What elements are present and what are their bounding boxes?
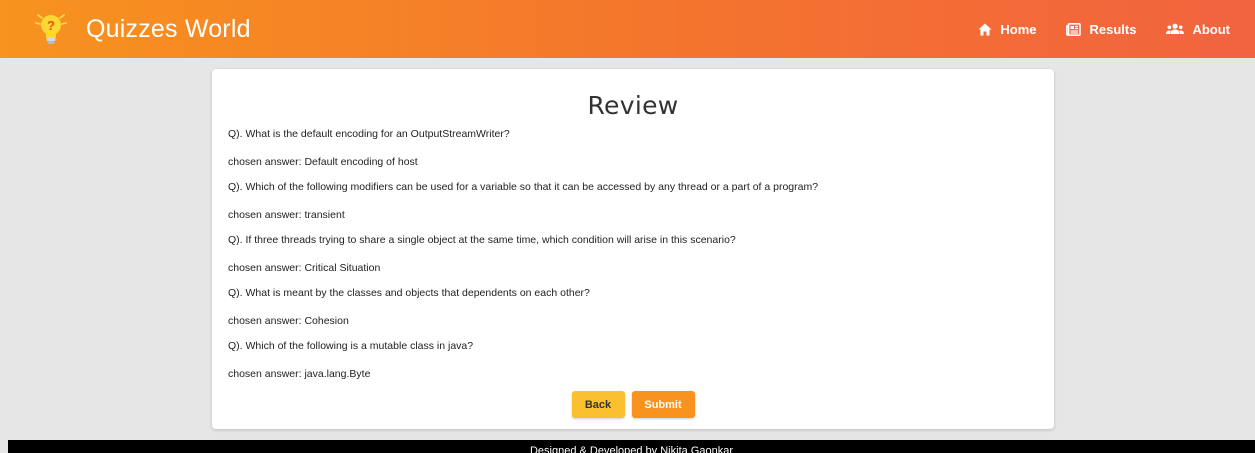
brand[interactable]: ? Quizzes World <box>34 9 251 49</box>
newspaper-icon <box>1066 22 1082 36</box>
nav-link-results[interactable]: Results <box>1066 22 1136 37</box>
chosen-answer: chosen answer: Critical Situation <box>228 262 381 274</box>
question-text: Q). What is meant by the classes and obj… <box>228 287 590 299</box>
nav-links: Home Results About <box>948 22 1230 37</box>
question-text: Q). Which of the following is a mutable … <box>228 340 474 352</box>
review-item: Q). Which of the following is a mutable … <box>228 338 1038 391</box>
chosen-answer: chosen answer: transient <box>228 209 345 221</box>
question-text: Q). Which of the following modifiers can… <box>228 181 819 193</box>
footer: Designed & Developed by Nikita Gaonkar <box>8 440 1255 453</box>
back-button[interactable]: Back <box>571 391 625 418</box>
review-card: Review Q). What is the default encoding … <box>212 69 1054 429</box>
nav-link-home[interactable]: Home <box>978 22 1036 37</box>
brand-title: Quizzes World <box>86 14 251 43</box>
review-item: Q). What is the default encoding for an … <box>228 126 1038 179</box>
nav-link-label: About <box>1192 21 1230 37</box>
users-icon <box>1166 23 1185 34</box>
review-item: Q). What is meant by the classes and obj… <box>228 285 1038 338</box>
nav-link-label: Results <box>1089 21 1137 37</box>
chosen-answer: chosen answer: Cohesion <box>228 315 349 327</box>
page-title: Review <box>587 91 679 120</box>
navbar: ? Quizzes World Home Results About <box>0 0 1255 58</box>
question-text: Q). If three threads trying to share a s… <box>228 234 736 246</box>
nav-link-about[interactable]: About <box>1166 22 1230 37</box>
footer-text: Designed & Developed by Nikita Gaonkar <box>529 445 733 453</box>
chosen-answer: chosen answer: java.lang.Byte <box>228 368 371 380</box>
submit-button[interactable]: Submit <box>631 391 695 418</box>
home-icon <box>978 23 992 35</box>
chosen-answer: chosen answer: Default encoding of host <box>228 156 418 168</box>
svg-text:?: ? <box>47 18 55 33</box>
nav-link-label: Home <box>1000 21 1037 37</box>
action-buttons: Back Submit <box>212 391 1054 418</box>
review-item: Q). If three threads trying to share a s… <box>228 232 1038 285</box>
review-item: Q). Which of the following modifiers can… <box>228 179 1038 232</box>
lightbulb-question-icon: ? <box>35 14 67 44</box>
question-text: Q). What is the default encoding for an … <box>228 128 510 140</box>
